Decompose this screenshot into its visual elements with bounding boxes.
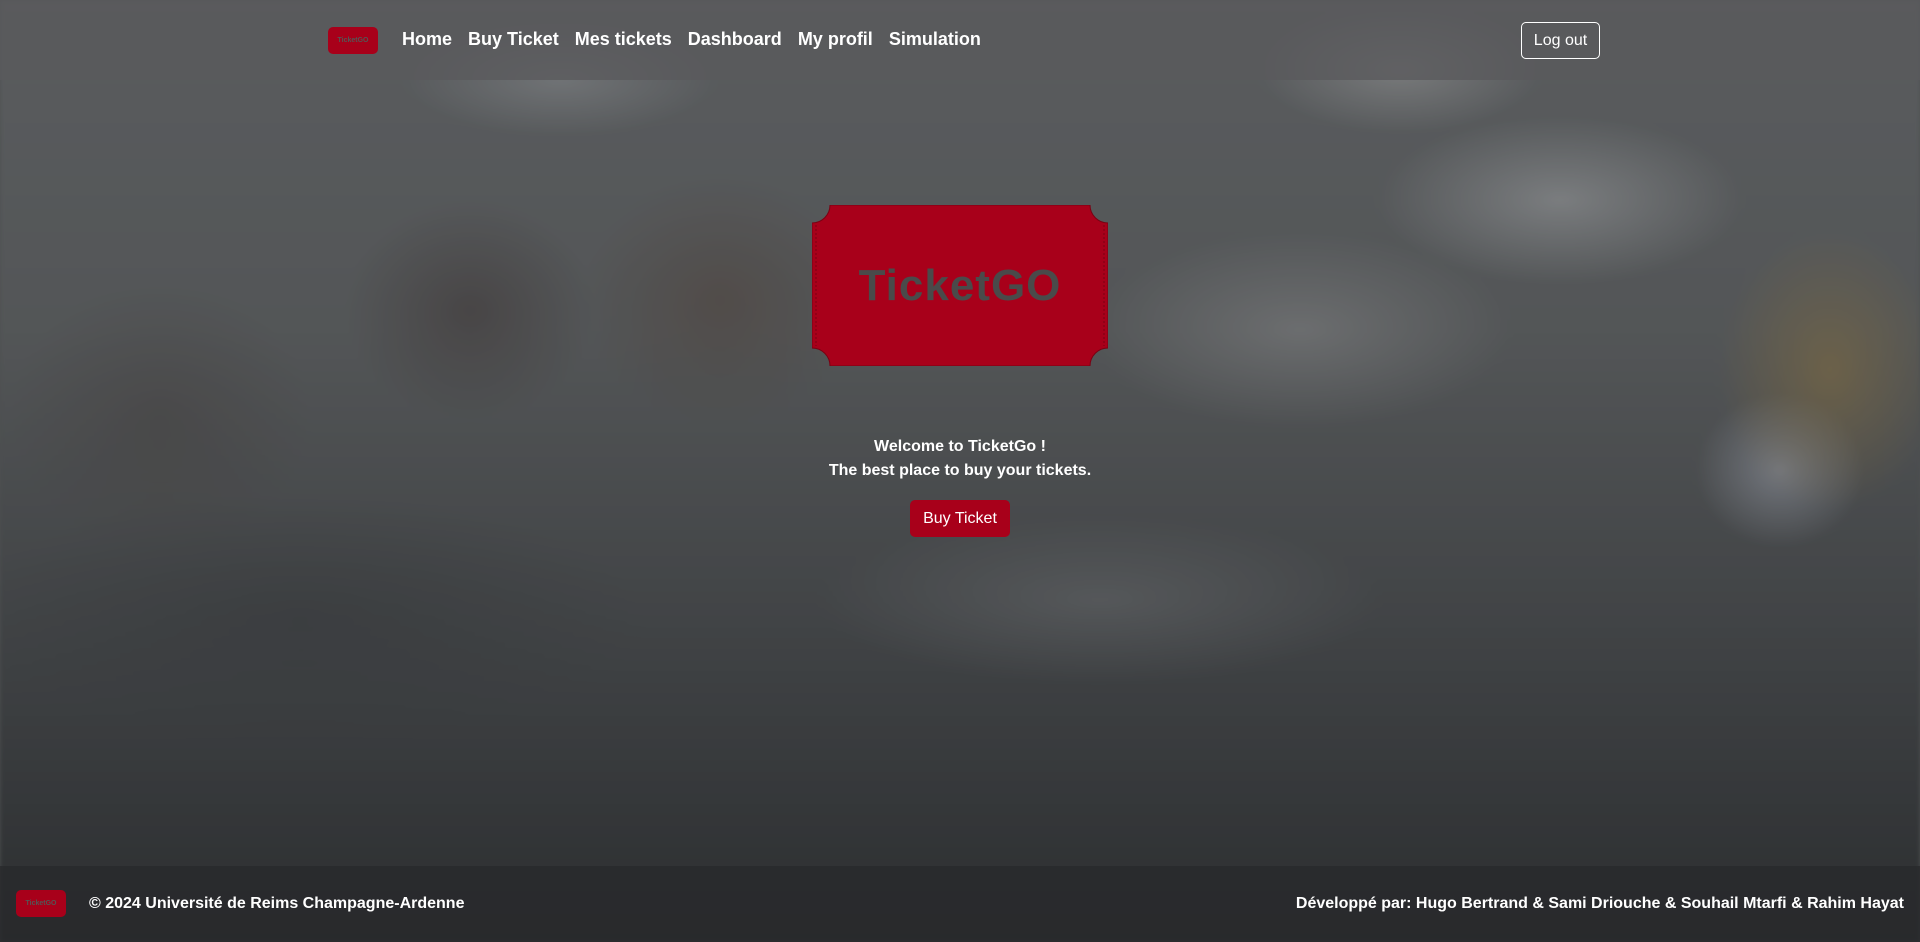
nav-link-simulation[interactable]: Simulation bbox=[889, 29, 981, 50]
logout-button[interactable]: Log out bbox=[1521, 22, 1600, 59]
nav-link-mes-tickets[interactable]: Mes tickets bbox=[575, 29, 672, 50]
ticketgo-logo: TicketGO bbox=[812, 205, 1108, 366]
footer-copyright: © 2024 Université de Reims Champagne-Ard… bbox=[89, 895, 465, 912]
tagline-text: The best place to buy your tickets. bbox=[828, 462, 1092, 479]
nav-link-my-profil[interactable]: My profil bbox=[798, 29, 873, 50]
nav-link-home[interactable]: Home bbox=[402, 29, 452, 50]
nav-logo[interactable]: TicketGO bbox=[328, 27, 378, 54]
welcome-text: Welcome to TicketGo ! bbox=[874, 438, 1046, 455]
nav-link-buy-ticket[interactable]: Buy Ticket bbox=[468, 29, 559, 50]
ticketgo-logo-text: TicketGO bbox=[858, 260, 1062, 310]
footer-developers: Développé par: Hugo Bertrand & Sami Drio… bbox=[1295, 895, 1904, 912]
buy-ticket-button[interactable]: Buy Ticket bbox=[910, 500, 1010, 537]
nav-link-dashboard[interactable]: Dashboard bbox=[688, 29, 782, 50]
footer: TicketGO © 2024 Université de Reims Cham… bbox=[0, 866, 1920, 942]
footer-logo[interactable]: TicketGO bbox=[16, 890, 66, 917]
navbar: TicketGO Home Buy Ticket Mes tickets Das… bbox=[0, 0, 1920, 80]
nav-links: Home Buy Ticket Mes tickets Dashboard My… bbox=[402, 29, 981, 50]
